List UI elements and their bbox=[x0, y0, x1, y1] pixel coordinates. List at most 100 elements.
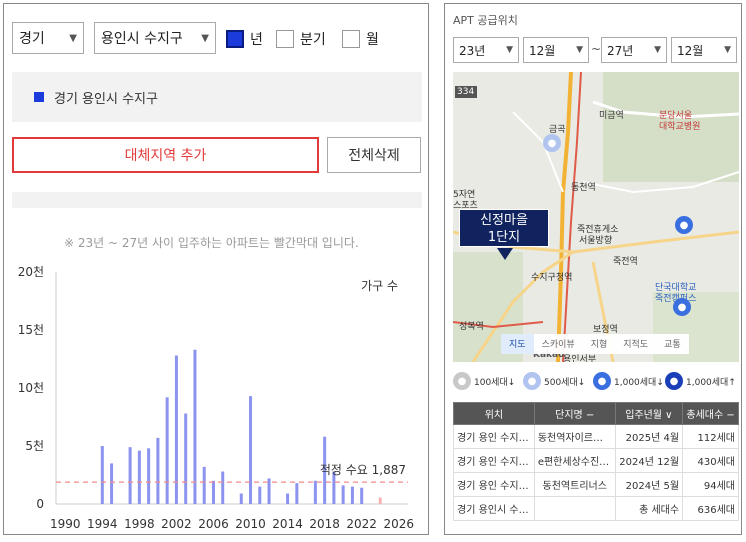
pin-legend-1000-under: ● 1,000세대↓ bbox=[593, 372, 664, 390]
x-tick-label: 1994 bbox=[87, 517, 118, 531]
cell-empty bbox=[533, 496, 616, 521]
x-tick-label: 2026 bbox=[383, 517, 414, 531]
chart-bar bbox=[267, 478, 271, 504]
map-label-station: 동천역 bbox=[571, 183, 596, 193]
chart-bar bbox=[221, 471, 225, 504]
period-quarter-checkbox[interactable]: 분기 bbox=[276, 29, 326, 49]
map-label-station: 수지구청역 bbox=[531, 273, 573, 283]
map-label-route: 334 bbox=[457, 87, 475, 97]
column-header-location[interactable]: 위치 bbox=[453, 402, 535, 425]
right-panel: APT 공급위치 23년 ▼ 12월 ▼ ~ 27년 ▼ 12월 ▼ 334 미금역 분 bbox=[444, 3, 742, 535]
x-tick-label: 2010 bbox=[235, 517, 266, 531]
period-year-checkbox[interactable]: 년 bbox=[226, 29, 263, 49]
pin-icon: ● bbox=[665, 372, 683, 390]
left-panel: 경기 ▼ 용인시 수지구 ▼ 년 분기 월 경기 용인시 수지구 대체지역 추가… bbox=[3, 3, 429, 535]
table-row[interactable]: 경기 용인 수지구… 동천역자이르네(도… 2025년 4월 112세대 bbox=[453, 424, 739, 449]
from-year-select[interactable]: 23년 ▼ bbox=[453, 37, 519, 63]
chart-bar bbox=[202, 466, 206, 504]
chart-bar bbox=[184, 413, 188, 504]
chart-bar bbox=[258, 486, 262, 504]
pin-legend-100: ● 100세대↓ bbox=[453, 372, 515, 390]
checkbox-checked-icon bbox=[226, 30, 244, 48]
from-month-select[interactable]: 12월 ▼ bbox=[523, 37, 589, 63]
map-label-station: 성복역 bbox=[459, 322, 484, 332]
x-tick-label: 2014 bbox=[272, 517, 303, 531]
cell-complex: 동천역자이르네(도… bbox=[533, 424, 616, 449]
y-tick-label: 5천 bbox=[25, 438, 44, 453]
tab-cadastral[interactable]: 지적도 bbox=[615, 334, 656, 354]
x-tick-label: 2018 bbox=[309, 517, 340, 531]
period-month-checkbox[interactable]: 월 bbox=[342, 29, 379, 49]
region-legend: 경기 용인시 수지구 bbox=[12, 72, 422, 122]
map-label-station: 미금역 bbox=[599, 111, 624, 121]
to-month-select[interactable]: 12월 ▼ bbox=[671, 37, 737, 63]
y-tick-label: 0 bbox=[36, 497, 44, 511]
cell-total-location: 경기 용인시 수지구 bbox=[453, 496, 535, 521]
chevron-down-icon: ▼ bbox=[506, 45, 513, 55]
x-tick-label: 1990 bbox=[50, 517, 81, 531]
chart-bar bbox=[211, 480, 215, 504]
pin-legend-label: 100세대↓ bbox=[474, 377, 516, 388]
cell-move-in: 2025년 4월 bbox=[614, 424, 684, 449]
cell-move-in: 2024년 5월 bbox=[614, 472, 684, 497]
period-month-label: 월 bbox=[366, 32, 379, 48]
cell-households: 112세대 bbox=[682, 424, 739, 449]
cell-location: 경기 용인 수지구… bbox=[453, 448, 535, 473]
cell-total-label: 총 세대수 bbox=[614, 496, 684, 521]
delete-all-button[interactable]: 전체삭제 bbox=[327, 137, 421, 173]
x-tick-label: 2006 bbox=[198, 517, 229, 531]
tab-terrain[interactable]: 지형 bbox=[583, 334, 616, 354]
from-year-value: 23년 bbox=[459, 43, 486, 58]
chevron-down-icon: ▼ bbox=[654, 45, 661, 55]
chevron-down-icon: ▼ bbox=[576, 45, 583, 55]
table-row[interactable]: 경기 용인 수지구… e편한세상수진프리… 2024년 12월 430세대 bbox=[453, 448, 739, 473]
map-label-rest-area-2: 서울방향 bbox=[579, 236, 613, 246]
map-label-hospital-2: 대학교병원 bbox=[659, 122, 701, 132]
x-tick-label: 2002 bbox=[161, 517, 192, 531]
supply-table: 위치 단지명 − 입주년월 ∨ 총세대수 − 경기 용인 수지구… 동천역자이르… bbox=[453, 402, 739, 521]
region-select-value: 경기 bbox=[19, 31, 45, 47]
chevron-down-icon: ▼ bbox=[201, 32, 209, 44]
y-tick-label: 15천 bbox=[18, 322, 44, 337]
pin-legend-500: ● 500세대↓ bbox=[523, 372, 585, 390]
cell-total-value: 636세대 bbox=[682, 496, 739, 521]
map-pin-icon[interactable]: ● bbox=[543, 134, 561, 152]
supply-map[interactable]: 334 미금역 분당서울 대학교병원 금곡 동천역 죽전휴게소 서울방향 수지구… bbox=[453, 72, 739, 362]
supply-bar-chart: 0 5천 10천 15천 20천 1990 1994 1998 2002 2006 2010 2014… bbox=[18, 264, 414, 531]
map-pin-icon[interactable]: ● bbox=[675, 216, 693, 234]
pin-icon: ● bbox=[593, 372, 611, 390]
tab-traffic[interactable]: 교통 bbox=[656, 334, 689, 354]
map-pin-icon[interactable]: ● bbox=[673, 298, 691, 316]
to-month-value: 12월 bbox=[677, 43, 704, 58]
column-header-households[interactable]: 총세대수 − bbox=[682, 402, 739, 425]
cell-location: 경기 용인 수지구… bbox=[453, 424, 535, 449]
checkbox-icon bbox=[342, 30, 360, 48]
chart-bar bbox=[100, 446, 104, 504]
pin-icon: ● bbox=[453, 372, 471, 390]
chart-bar bbox=[249, 396, 253, 504]
callout-line1: 신정마을 bbox=[480, 213, 528, 228]
region-select[interactable]: 경기 ▼ bbox=[12, 22, 84, 54]
cell-households: 430세대 bbox=[682, 448, 739, 473]
cell-households: 94세대 bbox=[682, 472, 739, 497]
tab-skyview[interactable]: 스카이뷰 bbox=[534, 334, 583, 354]
chart-bar bbox=[360, 487, 364, 504]
tab-map[interactable]: 지도 bbox=[501, 334, 534, 354]
add-region-button[interactable]: 대체지역 추가 bbox=[12, 137, 319, 173]
complex-callout[interactable]: 신정마을 1단지 bbox=[459, 209, 549, 247]
chart-bar bbox=[313, 480, 317, 504]
x-tick-label: 1998 bbox=[124, 517, 155, 531]
column-header-move-in[interactable]: 입주년월 ∨ bbox=[614, 402, 684, 425]
pin-legend-1000-over: ● 1,000세대↑ bbox=[665, 372, 736, 390]
cell-complex: 동천역트리너스 bbox=[533, 472, 616, 497]
column-header-complex[interactable]: 단지명 − bbox=[533, 402, 616, 425]
district-select[interactable]: 용인시 수지구 ▼ bbox=[94, 22, 216, 54]
chart-bar bbox=[110, 463, 114, 504]
table-row[interactable]: 경기 용인 수지구… 동천역트리너스 2024년 5월 94세대 bbox=[453, 472, 739, 497]
chart-bar bbox=[295, 483, 299, 504]
cell-location: 경기 용인 수지구… bbox=[453, 472, 535, 497]
x-tick-label: 2022 bbox=[346, 517, 377, 531]
map-panel-title: APT 공급위치 bbox=[453, 14, 518, 27]
chart-bar bbox=[350, 486, 354, 504]
to-year-select[interactable]: 27년 ▼ bbox=[601, 37, 667, 63]
